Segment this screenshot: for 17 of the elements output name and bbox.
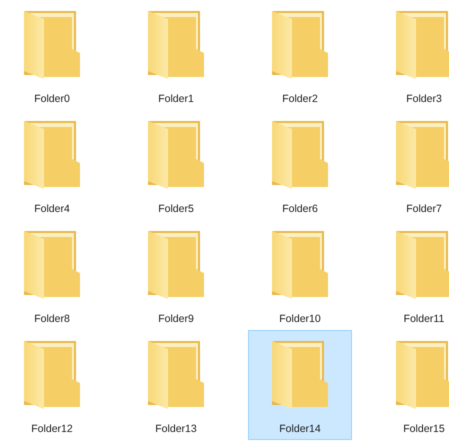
- folder-icon: [394, 119, 449, 191]
- folder-icon: [22, 229, 82, 301]
- folder-icon: [146, 339, 206, 411]
- folder-icon: [270, 229, 330, 301]
- folder-icon: [22, 339, 82, 411]
- folder-icon: [270, 119, 330, 191]
- folder-icon: [270, 9, 330, 81]
- folder-icon: [22, 9, 82, 81]
- folder-icon: [22, 119, 82, 191]
- folder-icon: [270, 339, 330, 411]
- folder-icon: [394, 9, 449, 81]
- folder-icon: [394, 339, 449, 411]
- folder-icon: [146, 229, 206, 301]
- folder-icon: [146, 9, 206, 81]
- folder-item[interactable]: Folder14: [248, 330, 352, 440]
- folder-icon: [394, 229, 449, 301]
- folder-icon: [146, 119, 206, 191]
